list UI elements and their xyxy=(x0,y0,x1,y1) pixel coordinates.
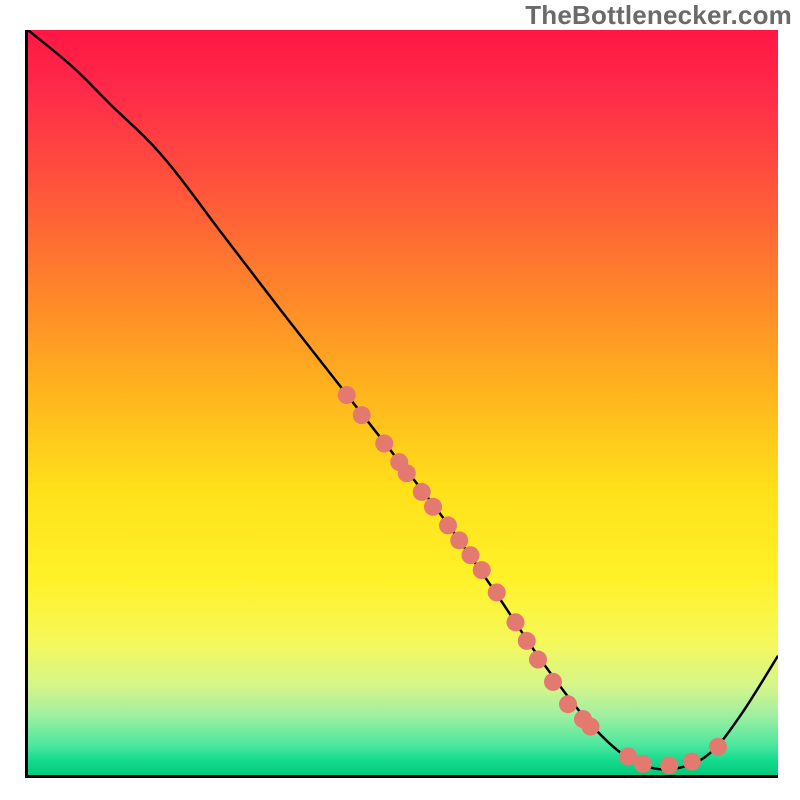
chart-data-point xyxy=(450,531,468,549)
chart-data-point xyxy=(462,546,480,564)
chart-data-point xyxy=(559,695,577,713)
chart-data-point xyxy=(634,755,652,773)
chart-data-point xyxy=(529,651,547,669)
chart-data-point xyxy=(518,632,536,650)
watermark-text: TheBottlenecker.com xyxy=(525,0,792,31)
chart-points-group xyxy=(338,386,727,774)
chart-data-point xyxy=(353,406,371,424)
chart-data-point xyxy=(439,516,457,534)
chart-data-point xyxy=(424,498,442,516)
chart-data-point xyxy=(488,583,506,601)
chart-data-point xyxy=(338,386,356,404)
chart-data-point xyxy=(544,673,562,691)
chart-data-point xyxy=(582,718,600,736)
chart-data-point xyxy=(398,464,416,482)
chart-data-point xyxy=(709,738,727,756)
chart-data-point xyxy=(375,434,393,452)
chart-data-point xyxy=(683,753,701,771)
chart-data-point xyxy=(413,483,431,501)
chart-data-point xyxy=(660,756,678,774)
chart-curve xyxy=(28,30,778,770)
chart-data-point xyxy=(473,561,491,579)
chart-data-point xyxy=(507,613,525,631)
chart-svg xyxy=(28,30,778,775)
chart-plot-area xyxy=(25,30,778,778)
